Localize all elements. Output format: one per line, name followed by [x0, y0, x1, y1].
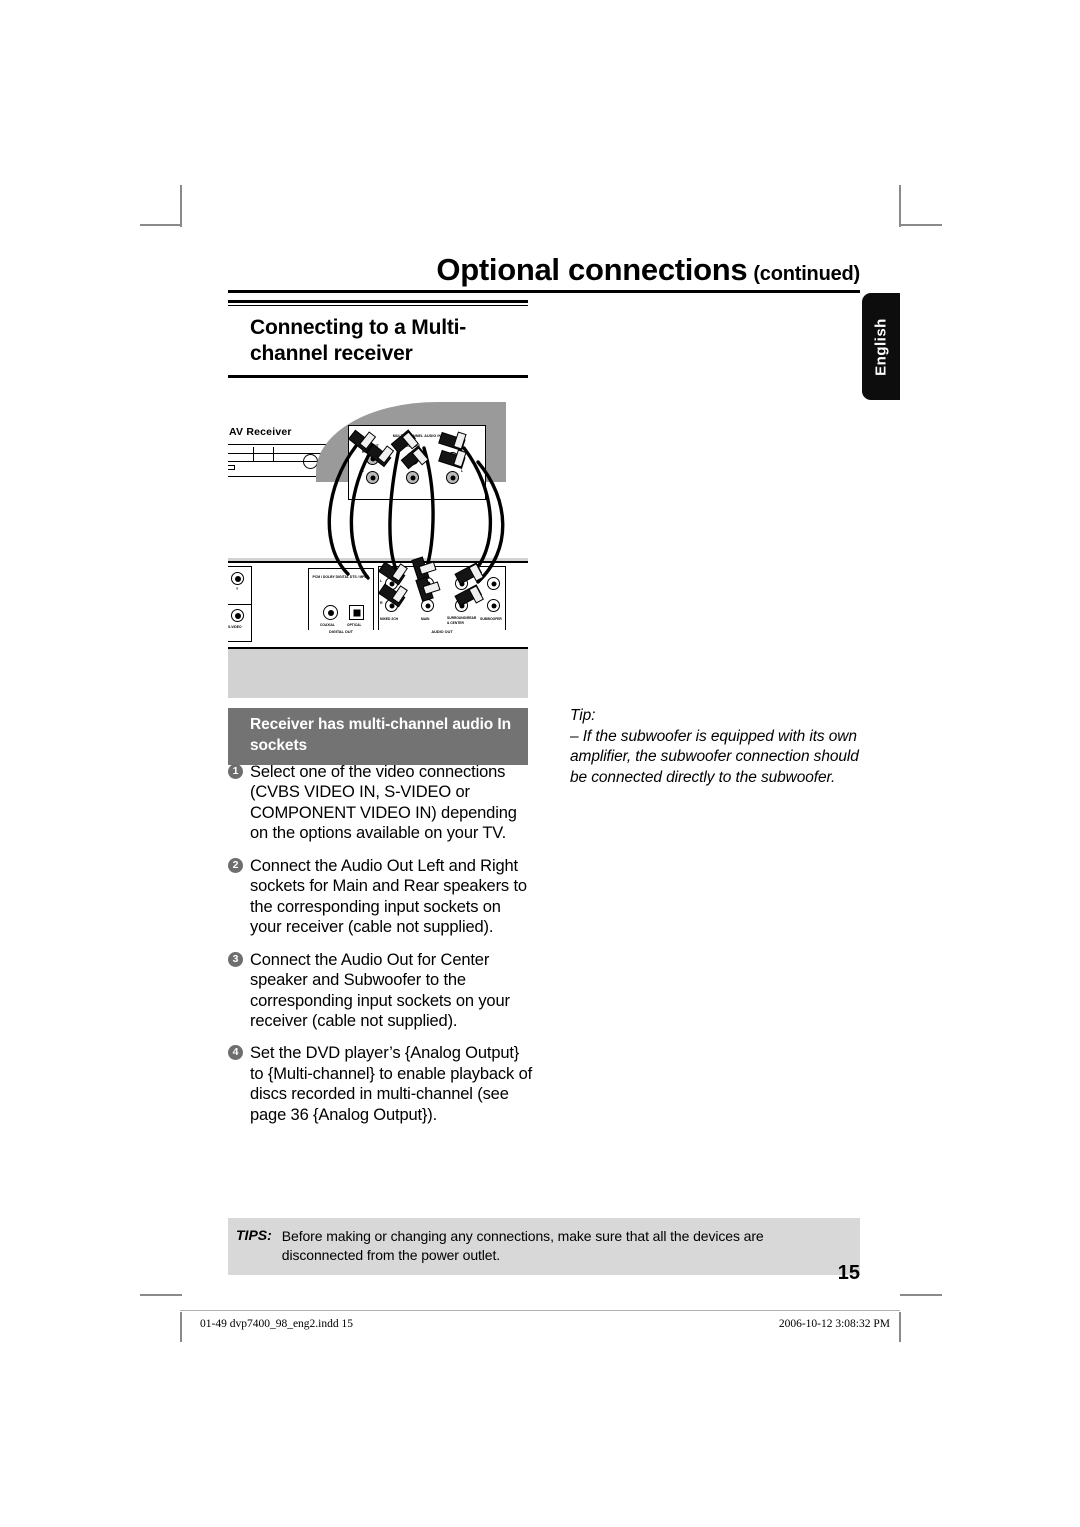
footer-timestamp: 2006-10-12 3:08:32 PM [778, 1318, 890, 1330]
subsection-heading: Receiver has multi-channel audio In sock… [228, 708, 528, 765]
section-rule-top-thick [228, 300, 528, 303]
page-title-continued: (continued) [753, 263, 860, 285]
footer-divider [180, 1310, 900, 1311]
section-heading-block: Connecting to a Multi- channel receiver [228, 300, 528, 381]
crop-mark-bottom-right-vertical [899, 1312, 901, 1342]
step-number-badge: 2 [228, 857, 243, 873]
step-number-badge: 4 [228, 1045, 243, 1061]
step-item: 4 Set the DVD player’s {Analog Output} t… [228, 1043, 533, 1125]
section-heading-line2: channel receiver [250, 342, 413, 366]
section-heading: Connecting to a Multi- channel receiver [228, 306, 528, 375]
tip-block: Tip: – If the subwoofer is equipped with… [570, 706, 865, 788]
footer-file-info: 01-49 dvp7400_98_eng2.indd 15 [200, 1318, 354, 1330]
crop-mark-top-right-vertical [899, 185, 901, 227]
section-heading-line1: Connecting to a Multi- [250, 316, 467, 339]
step-text: Connect the Audio Out Left and Right soc… [250, 856, 527, 937]
step-item: 1 Select one of the video connections (C… [228, 762, 533, 844]
step-item: 3 Connect the Audio Out for Center speak… [228, 950, 533, 1032]
step-item: 2 Connect the Audio Out Left and Right s… [228, 856, 533, 938]
tips-footer-label: TIPS: [236, 1227, 272, 1243]
cable-bundle [327, 429, 505, 608]
step-number-badge: 1 [228, 764, 243, 779]
step-text: Connect the Audio Out for Center speaker… [250, 950, 510, 1030]
crop-mark-top-left-horizontal [140, 224, 182, 226]
tips-footer-band: TIPS: Before making or changing any conn… [228, 1218, 860, 1275]
step-text: Select one of the video connections (CVB… [250, 763, 517, 843]
page-number: 15 [837, 1262, 860, 1284]
crop-mark-bottom-left-horizontal [140, 1294, 182, 1296]
tips-footer-text: Before making or changing any connection… [281, 1228, 764, 1263]
crop-mark-top-left-vertical [180, 185, 182, 227]
step-number-badge: 3 [228, 951, 243, 967]
crop-mark-bottom-left-vertical [180, 1312, 182, 1342]
title-divider [228, 290, 860, 293]
page-header: Optional connections (continued) [228, 252, 860, 288]
connection-diagram: AV Receiver MULTI CHANNEL AUDIO IN FRONT… [228, 378, 528, 698]
crop-mark-bottom-right-horizontal [900, 1294, 942, 1296]
page-title: Optional connections [436, 252, 748, 287]
step-text: Set the DVD player’s {Analog Output} to … [250, 1044, 533, 1124]
language-tab-label: English [872, 317, 890, 376]
crop-mark-top-right-horizontal [900, 224, 942, 226]
tip-text: – If the subwoofer is equipped with its … [570, 727, 859, 786]
tip-label: Tip: [570, 707, 596, 724]
language-tab: English [862, 293, 900, 400]
instruction-steps: 1 Select one of the video connections (C… [228, 762, 533, 1137]
